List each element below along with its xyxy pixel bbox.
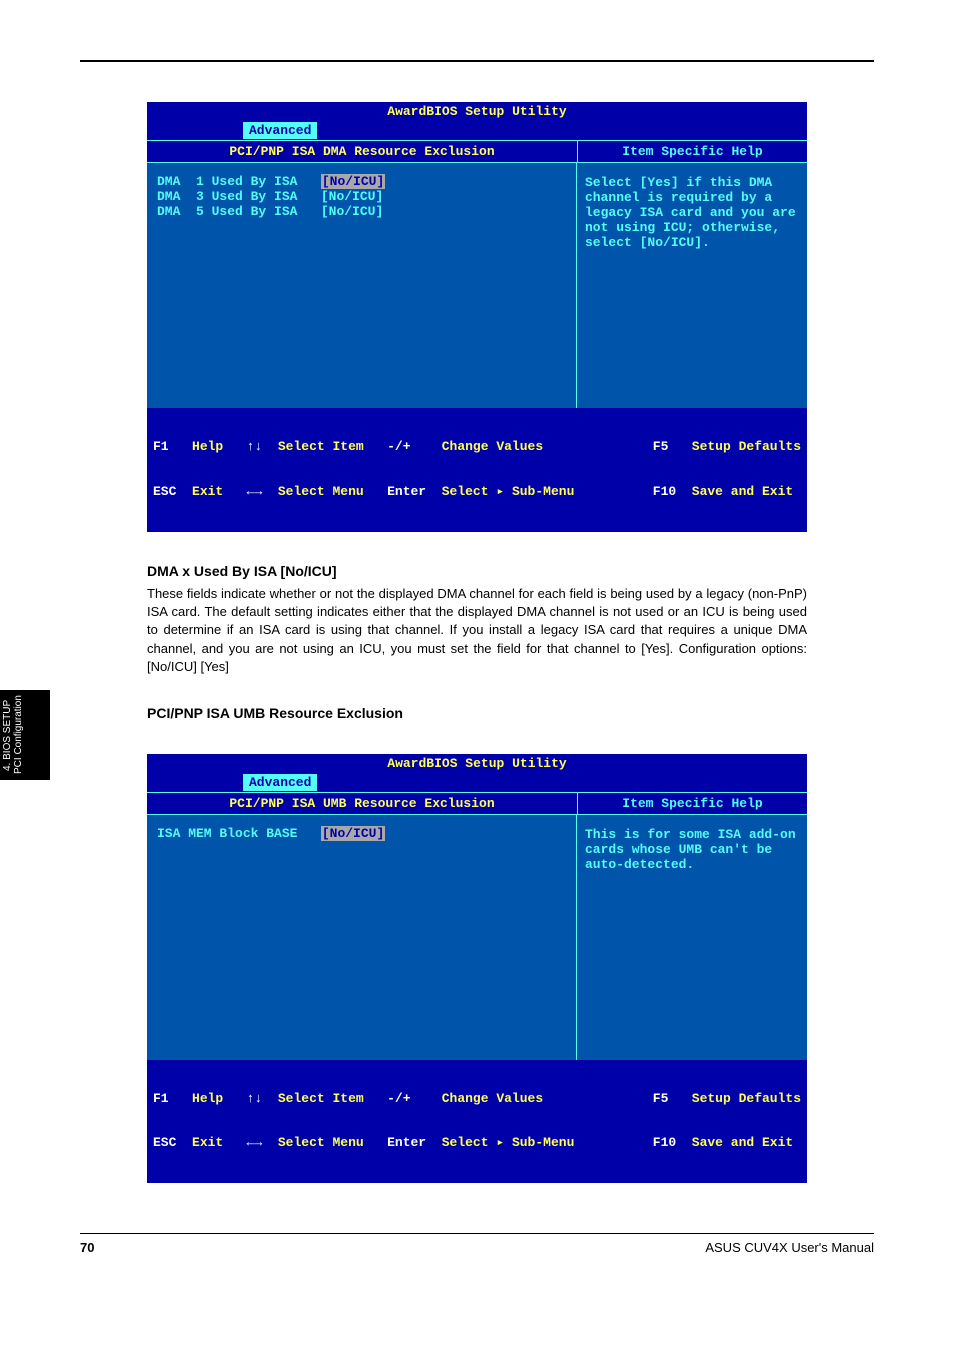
manual-title: ASUS CUV4X User's Manual [705,1240,874,1255]
setting-value: [No/ICU] [321,189,383,204]
panel-heading-right: Item Specific Help [578,792,807,815]
setting-label: DMA 1 Used By ISA [157,174,297,189]
panel-heading-left: PCI/PNP ISA UMB Resource Exclusion [147,792,578,815]
panel-heading-right: Item Specific Help [578,140,807,163]
page-number: 70 [80,1240,94,1255]
setting-label: ISA MEM Block BASE [157,826,297,841]
setting-label: DMA 5 Used By ISA [157,204,297,219]
setting-row: DMA 1 Used By ISA [No/ICU] [157,175,566,190]
bios-footer: F1 Help ↑↓ Select Item -/+ Change Values… [147,1060,807,1184]
setting-row: DMA 5 Used By ISA [No/ICU] [157,205,566,220]
bios-title: AwardBIOS Setup Utility [147,754,807,773]
help-panel: This is for some ISA add-on cards whose … [577,815,807,1060]
setting-value: [No/ICU] [321,204,383,219]
bios-title: AwardBIOS Setup Utility [147,102,807,121]
tab-advanced: Advanced [243,122,317,139]
help-text: Select [Yes] if this DMA channel is requ… [585,175,799,250]
settings-panel: ISA MEM Block BASE [No/ICU] [147,815,577,1060]
side-tab: 4. BIOS SETUP PCI Configuration [0,690,50,780]
page-footer: 70 ASUS CUV4X User's Manual [80,1233,874,1255]
top-rule [80,60,874,62]
setting-label: DMA 3 Used By ISA [157,189,297,204]
setting-value: [No/ICU] [321,174,385,189]
setting-row: ISA MEM Block BASE [No/ICU] [157,827,566,842]
bios-screenshot-dma: AwardBIOS Setup Utility Advanced PCI/PNP… [147,102,807,532]
bios-menu-bar: Advanced [147,773,807,792]
bios-footer: F1 Help ↑↓ Select Item -/+ Change Values… [147,408,807,532]
setting-value: [No/ICU] [321,826,385,841]
body-text-block: DMA x Used By ISA [No/ICU] These fields … [147,562,807,724]
settings-panel: DMA 1 Used By ISA [No/ICU] DMA 3 Used By… [147,163,577,408]
setting-row: DMA 3 Used By ISA [No/ICU] [157,190,566,205]
bios-menu-bar: Advanced [147,121,807,140]
setting-description: These fields indicate whether or not the… [147,585,807,676]
panel-heading-left: PCI/PNP ISA DMA Resource Exclusion [147,140,578,163]
section-heading: PCI/PNP ISA UMB Resource Exclusion [147,704,807,724]
help-text: This is for some ISA add-on cards whose … [585,827,799,872]
bios-screenshot-umb: AwardBIOS Setup Utility Advanced PCI/PNP… [147,754,807,1184]
help-panel: Select [Yes] if this DMA channel is requ… [577,163,807,408]
setting-heading: DMA x Used By ISA [No/ICU] [147,562,807,582]
tab-advanced: Advanced [243,774,317,791]
